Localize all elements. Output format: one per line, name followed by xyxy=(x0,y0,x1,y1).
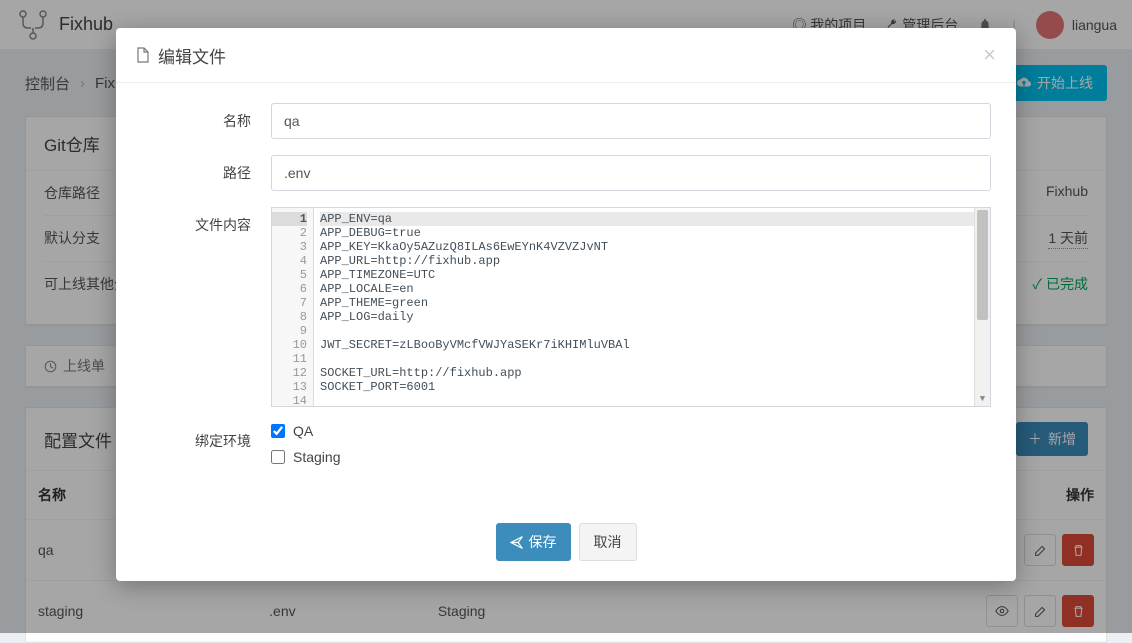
editor-scrollbar[interactable]: ▲ ▼ xyxy=(974,208,990,406)
env-checkbox-row[interactable]: Staging xyxy=(271,449,991,465)
env-label: QA xyxy=(293,423,313,439)
env-checkbox[interactable] xyxy=(271,450,285,464)
cancel-button[interactable]: 取消 xyxy=(579,523,637,561)
label-content: 文件内容 xyxy=(141,207,271,407)
close-button[interactable]: × xyxy=(983,42,996,68)
code-editor[interactable]: 1234567891011121314 APP_ENV=qaAPP_DEBUG=… xyxy=(271,207,991,407)
editor-code[interactable]: APP_ENV=qaAPP_DEBUG=trueAPP_KEY=KkaOy5AZ… xyxy=(314,208,990,406)
edit-file-modal: 编辑文件 × 名称 路径 文件内容 1234567891011121314 AP… xyxy=(116,28,1016,581)
save-button[interactable]: 保存 xyxy=(496,523,571,561)
scroll-down-icon[interactable]: ▼ xyxy=(975,392,990,406)
file-icon xyxy=(136,47,150,63)
env-checkbox-row[interactable]: QA xyxy=(271,423,991,439)
env-label: Staging xyxy=(293,449,340,465)
name-input[interactable] xyxy=(271,103,991,139)
send-icon xyxy=(510,536,523,549)
scroll-thumb[interactable] xyxy=(977,210,988,320)
editor-gutter: 1234567891011121314 xyxy=(272,208,314,406)
label-path: 路径 xyxy=(141,155,271,191)
label-bind-env: 绑定环境 xyxy=(141,423,271,475)
path-input[interactable] xyxy=(271,155,991,191)
modal-title: 编辑文件 xyxy=(158,43,226,68)
modal-backdrop[interactable]: 编辑文件 × 名称 路径 文件内容 1234567891011121314 AP… xyxy=(0,0,1132,633)
env-checkbox[interactable] xyxy=(271,424,285,438)
label-name: 名称 xyxy=(141,103,271,139)
